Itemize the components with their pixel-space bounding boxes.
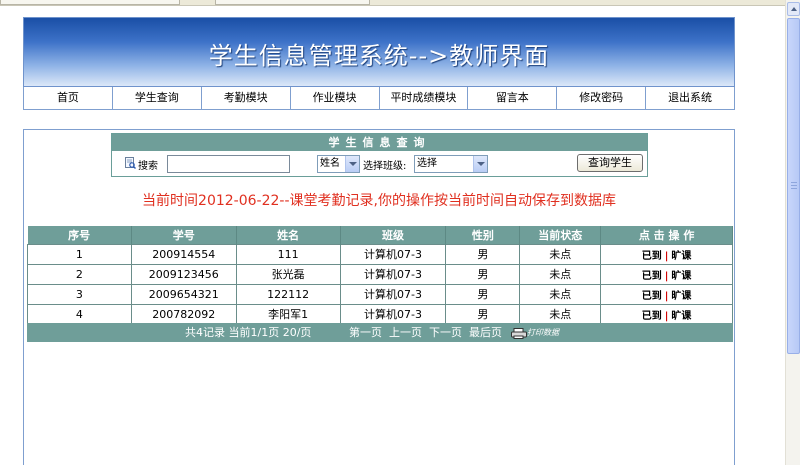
pagination-summary: 共4记录 当前1/1页 20/页	[185, 326, 312, 339]
cell-id: 2009654321	[130, 283, 237, 305]
col-header-actions: 点 击 操 作	[600, 226, 733, 244]
col-header-gender: 性别	[445, 226, 521, 244]
query-student-button[interactable]: 查询学生	[577, 154, 643, 172]
table-row: 1 200914554 111 计算机07-3 男 未点 已到 | 旷课	[27, 243, 733, 265]
nav-item-student-query[interactable]: 学生查询	[113, 87, 202, 109]
cell-actions: 已到 | 旷课	[600, 243, 733, 265]
cell-gender: 男	[445, 283, 521, 305]
col-header-name: 姓名	[236, 226, 341, 244]
class-select-label: 选择班级:	[363, 161, 407, 172]
student-query-form: 学生信息查询 搜索 姓名 选择班级: 选择 查询学生	[111, 133, 648, 177]
pagination-bar: 共4记录 当前1/1页 20/页 第一页 上一页 下一页 最后页 打印数据	[27, 323, 733, 342]
cell-gender: 男	[445, 263, 521, 285]
query-heading: 学生信息查询	[112, 134, 647, 151]
header-banner: 学生信息管理系统-->教师界面	[23, 17, 735, 87]
cell-no: 3	[27, 283, 132, 305]
chevron-down-icon[interactable]	[345, 156, 359, 172]
cell-name: 李阳军1	[235, 303, 341, 325]
query-controls: 搜索 姓名 选择班级: 选择 查询学生	[112, 151, 647, 177]
cell-name: 122112	[235, 283, 341, 305]
nav-item-homework[interactable]: 作业模块	[291, 87, 380, 109]
next-page-link[interactable]: 下一页	[429, 323, 462, 342]
mark-present-link[interactable]: 已到	[642, 291, 662, 302]
grip-line	[791, 185, 797, 186]
main-panel: 学生信息查询 搜索 姓名 选择班级: 选择 查询学生 当前时间2012-06-2…	[23, 129, 735, 465]
cell-id: 200914554	[130, 243, 237, 265]
action-separator: |	[664, 310, 669, 322]
print-data-label: 打印数据	[527, 328, 559, 337]
search-field-select[interactable]: 姓名	[317, 155, 360, 173]
cell-status: 未点	[519, 243, 602, 265]
cell-id: 2009123456	[130, 263, 237, 285]
first-page-link[interactable]: 第一页	[349, 323, 382, 342]
search-input[interactable]	[167, 155, 290, 173]
main-nav: 首页 学生查询 考勤模块 作业模块 平时成绩模块 留言本 修改密码 退出系统	[23, 87, 735, 110]
cell-name: 111	[235, 243, 341, 265]
cell-status: 未点	[519, 283, 602, 305]
cell-gender: 男	[445, 243, 521, 265]
mark-present-link[interactable]: 已到	[642, 271, 662, 282]
action-separator: |	[664, 250, 669, 262]
cell-class: 计算机07-3	[339, 263, 447, 285]
cell-no: 2	[27, 263, 132, 285]
col-header-status: 当前状态	[519, 226, 602, 244]
table-row: 4 200782092 李阳军1 计算机07-3 男 未点 已到 | 旷课	[27, 303, 733, 325]
mark-present-link[interactable]: 已到	[642, 311, 662, 322]
cell-status: 未点	[519, 263, 602, 285]
class-select[interactable]: 选择	[414, 155, 488, 173]
class-select-value: 选择	[417, 158, 437, 169]
attendance-notice: 当前时间2012-06-22--课堂考勤记录,你的操作按当前时间自动保存到数据库	[142, 193, 616, 209]
grip-line	[791, 182, 797, 183]
action-separator: |	[664, 270, 669, 282]
col-header-class: 班级	[340, 226, 447, 244]
mark-absent-link[interactable]: 旷课	[671, 251, 691, 262]
mark-absent-link[interactable]: 旷课	[671, 311, 691, 322]
scrollbar-thumb[interactable]	[787, 18, 800, 354]
nav-item-attendance[interactable]: 考勤模块	[202, 87, 291, 109]
cell-status: 未点	[519, 303, 602, 325]
prev-page-link[interactable]: 上一页	[389, 323, 422, 342]
scroll-up-arrow-icon[interactable]	[787, 2, 800, 16]
mark-absent-link[interactable]: 旷课	[671, 291, 691, 302]
nav-item-grades[interactable]: 平时成绩模块	[380, 87, 469, 109]
cell-actions: 已到 | 旷课	[600, 303, 733, 325]
chevron-down-icon[interactable]	[473, 156, 487, 172]
cell-actions: 已到 | 旷课	[600, 263, 733, 285]
search-icon	[125, 157, 136, 169]
action-separator: |	[664, 290, 669, 302]
printer-icon	[511, 327, 527, 339]
table-row: 3 2009654321 122112 计算机07-3 男 未点 已到 | 旷课	[27, 283, 733, 305]
grip-line	[791, 188, 797, 189]
cell-no: 1	[27, 243, 132, 265]
page-title: 学生信息管理系统-->教师界面	[208, 42, 550, 70]
table-header-row: 序号 学号 姓名 班级 性别 当前状态 点 击 操 作	[27, 226, 733, 244]
col-header-id: 学号	[131, 226, 237, 244]
cell-name: 张光磊	[235, 263, 341, 285]
print-data-button[interactable]: 打印数据	[511, 323, 559, 342]
nav-item-change-password[interactable]: 修改密码	[557, 87, 647, 109]
nav-item-logout[interactable]: 退出系统	[646, 87, 734, 109]
cell-id: 200782092	[130, 303, 237, 325]
nav-item-home[interactable]: 首页	[24, 87, 113, 109]
table-row: 2 2009123456 张光磊 计算机07-3 男 未点 已到 | 旷课	[27, 263, 733, 285]
cell-class: 计算机07-3	[339, 243, 447, 265]
cell-actions: 已到 | 旷课	[600, 283, 733, 305]
cell-class: 计算机07-3	[339, 283, 447, 305]
cell-class: 计算机07-3	[339, 303, 447, 325]
last-page-link[interactable]: 最后页	[469, 323, 502, 342]
col-header-no: 序号	[27, 226, 132, 244]
cell-gender: 男	[445, 303, 521, 325]
cell-no: 4	[27, 303, 132, 325]
attendance-table: 序号 学号 姓名 班级 性别 当前状态 点 击 操 作 1 200914554 …	[27, 226, 733, 325]
nav-item-guestbook[interactable]: 留言本	[468, 87, 558, 109]
search-label: 搜索	[138, 161, 158, 172]
toolbar-segment	[0, 0, 180, 5]
mark-present-link[interactable]: 已到	[642, 251, 662, 262]
mark-absent-link[interactable]: 旷课	[671, 271, 691, 282]
vertical-scrollbar[interactable]	[785, 0, 800, 465]
browser-toolbar-strip	[0, 0, 785, 6]
toolbar-segment	[215, 0, 370, 5]
search-field-value: 姓名	[320, 158, 340, 169]
